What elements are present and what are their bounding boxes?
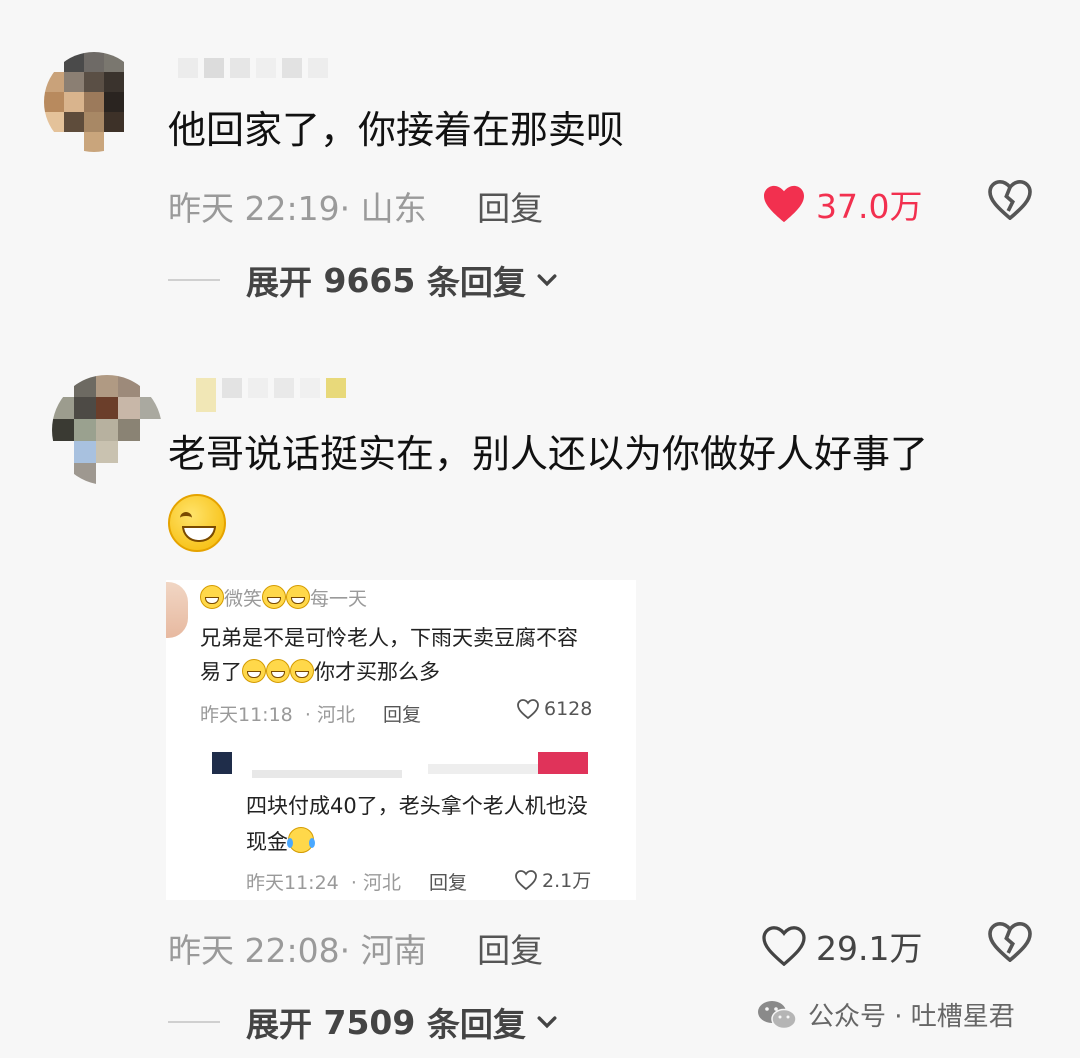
reply-count: 7509	[323, 1002, 416, 1042]
comment-time: 昨天 22:19	[168, 189, 340, 228]
username-blurred	[538, 752, 588, 774]
heart-outline-icon	[762, 926, 806, 966]
smile-emoji-icon	[286, 585, 311, 609]
reply-button[interactable]: 回复	[477, 189, 543, 228]
divider	[168, 1021, 220, 1023]
reply-text: 四块付成40了，老头拿个老人机也没	[246, 794, 588, 818]
like-count: 29.1万	[816, 929, 923, 968]
grin-emoji-icon	[266, 659, 290, 683]
avatar[interactable]	[44, 52, 144, 152]
comment-text: 老哥说话挺实在，别人还以为你做好人好事了	[168, 432, 929, 476]
reply-button[interactable]: 回复	[477, 931, 543, 970]
username-blurred	[252, 770, 402, 778]
reply-text: 易了 你才买那么多	[200, 659, 440, 684]
like-count: 37.0万	[816, 187, 923, 226]
username-blurred[interactable]	[196, 378, 346, 412]
chevron-down-icon	[537, 274, 557, 287]
avatar	[212, 752, 232, 774]
expand-replies[interactable]: 展开 7509 条回复	[168, 998, 560, 1046]
divider	[168, 279, 220, 281]
laugh-cry-emoji-icon	[287, 827, 315, 853]
like-button[interactable]: 29.1万	[762, 922, 922, 970]
smirk-emoji-icon	[168, 494, 226, 552]
heart-filled-icon	[764, 185, 804, 223]
username-blurred	[428, 764, 538, 774]
watermark-text: 公众号 · 吐槽星君	[808, 1002, 1015, 1032]
grin-emoji-icon	[242, 659, 266, 683]
dislike-button[interactable]	[988, 921, 1032, 966]
reply-count: 9665	[323, 260, 416, 300]
grin-emoji-icon	[290, 659, 314, 683]
chevron-down-icon	[537, 1016, 557, 1029]
avatar	[166, 582, 188, 638]
reply-likes: 6128	[516, 698, 592, 720]
comment-location: · 山东	[339, 189, 427, 228]
smile-emoji-icon	[262, 585, 287, 609]
username-blurred[interactable]	[178, 58, 328, 78]
comment-meta: 昨天 22:19· 山东 回复	[168, 182, 543, 230]
heart-outline-icon	[517, 699, 539, 720]
reply-text: 兄弟是不是可怜老人，下雨天卖豆腐不容	[200, 626, 578, 650]
avatar[interactable]	[52, 375, 162, 485]
dislike-button[interactable]	[988, 179, 1032, 224]
expand-replies[interactable]: 展开 9665 条回复	[168, 256, 560, 304]
comment-text: 他回家了，你接着在那卖呗	[168, 108, 625, 152]
comment-meta: 昨天 22:08· 河南 回复	[168, 924, 543, 972]
reply-likes: 2.1万	[514, 866, 591, 893]
broken-heart-icon	[988, 179, 1032, 221]
reply-text: 现金	[246, 826, 315, 856]
like-button[interactable]: 37.0万	[762, 180, 922, 228]
comment-location: · 河南	[339, 931, 427, 970]
reply-meta: 昨天11:24 · 河北 回复	[246, 872, 467, 894]
embedded-screenshot: 微笑 每一天 兄弟是不是可怜老人，下雨天卖豆腐不容 易了 你才买那么多 昨天11:1…	[166, 580, 636, 900]
comment-time: 昨天 22:08	[168, 931, 340, 970]
wechat-icon	[758, 1000, 797, 1029]
reply-meta: 昨天11:18 · 河北 回复	[200, 704, 421, 726]
broken-heart-icon	[988, 921, 1032, 963]
smile-emoji-icon	[200, 585, 224, 609]
reply-username: 微笑 每一天	[200, 584, 367, 611]
watermark: 公众号 · 吐槽星君	[756, 996, 1015, 1033]
heart-outline-icon	[515, 869, 537, 890]
